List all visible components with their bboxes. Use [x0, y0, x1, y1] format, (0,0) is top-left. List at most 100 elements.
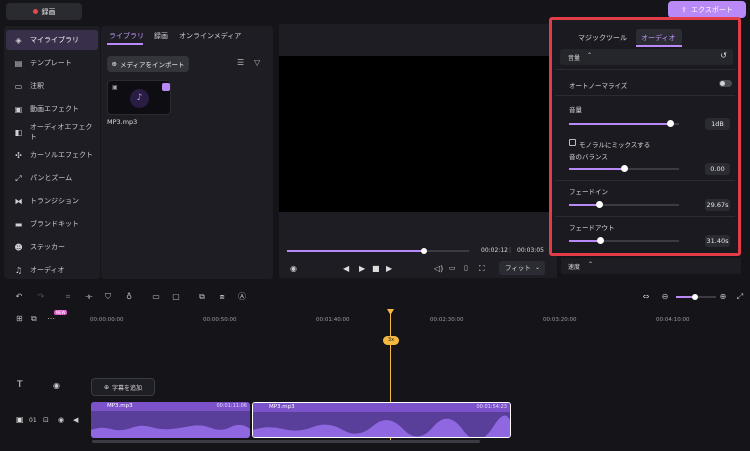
- sort-icon[interactable]: ☰: [237, 58, 244, 67]
- audio-clip-selected[interactable]: MP3.mp3 00:01:54:23: [252, 402, 511, 438]
- balance-slider[interactable]: [569, 165, 679, 172]
- fade-out-slider[interactable]: [569, 237, 679, 244]
- sidebar-item-my-library[interactable]: ◈ マイライブラリ: [6, 30, 98, 50]
- tab-library[interactable]: ライブラリ: [109, 31, 144, 41]
- audio-effect-icon: ◧: [14, 127, 23, 137]
- preview-progress-track[interactable]: [287, 248, 469, 254]
- zoom-out-icon[interactable]: ⊖: [660, 292, 670, 302]
- more-options-icon[interactable]: ⋯: [47, 314, 55, 323]
- import-media-label: メディアをインポート: [119, 61, 185, 69]
- sidebar-item-cursor-effects[interactable]: ✣ カーソルエフェクト: [6, 145, 98, 165]
- lock-icon[interactable]: ⊡: [43, 416, 49, 424]
- fade-in-slider-fill: [569, 204, 599, 206]
- timeline-scrollbar[interactable]: [92, 440, 480, 443]
- media-file-name: MP3.mp3: [107, 118, 138, 126]
- video-canvas[interactable]: [279, 56, 557, 212]
- sidebar-item-label: オーディオエフェクト: [29, 123, 93, 141]
- fade-in-slider-handle[interactable]: [595, 201, 603, 208]
- export-button[interactable]: ⇪ エクスポート: [668, 1, 746, 18]
- screenshot-icon[interactable]: ◉: [290, 264, 297, 273]
- reset-icon[interactable]: ↺: [720, 51, 727, 60]
- sidebar-item-pan-zoom[interactable]: ⤢ パンとズーム: [6, 168, 98, 188]
- sidebar-item-annotation[interactable]: ▭ 注釈: [6, 76, 98, 96]
- chevron-up-icon: ⌃: [588, 261, 594, 268]
- sidebar-item-templates[interactable]: ▤ テンプレート: [6, 53, 98, 73]
- sidebar-item-stickers[interactable]: ☻ ステッカー: [6, 237, 98, 257]
- freeze-frame-icon[interactable]: ⧉: [197, 292, 207, 302]
- eye-icon[interactable]: ◉: [53, 381, 60, 390]
- brand-kit-icon: ▬: [14, 219, 23, 229]
- volume-value[interactable]: 1dB: [705, 118, 730, 130]
- audio-file-icon: ▣: [112, 84, 118, 91]
- stop-icon[interactable]: ■: [372, 264, 380, 273]
- sidebar-item-label: パンとズーム: [30, 174, 73, 182]
- balance-value[interactable]: 0.00: [705, 163, 730, 175]
- tab-recordings[interactable]: 録画: [154, 31, 168, 41]
- volume-slider[interactable]: [569, 120, 679, 127]
- crop-icon[interactable]: ⌗: [63, 292, 73, 302]
- music-note-icon: ♪: [130, 89, 149, 108]
- add-track-icon[interactable]: ⊞: [16, 314, 23, 323]
- speaker-icon[interactable]: ◀: [73, 416, 78, 424]
- shield-icon[interactable]: ⛉: [103, 292, 113, 302]
- text-box-icon[interactable]: ▢: [171, 292, 181, 302]
- video-effect-icon: ▣: [14, 104, 23, 114]
- sidebar-item-audio[interactable]: ♫ オーディオ: [6, 260, 98, 280]
- sidebar-item-brand-kit[interactable]: ▬ ブランドキット: [6, 214, 98, 234]
- undo-icon[interactable]: ↶: [14, 292, 24, 302]
- expand-icon[interactable]: ⤢: [735, 292, 745, 302]
- sidebar-item-transitions[interactable]: ⧓ トランジション: [6, 191, 98, 211]
- zoom-slider[interactable]: [676, 294, 716, 300]
- cursor-effect-icon: ✣: [15, 150, 22, 160]
- zoom-slider-handle[interactable]: [692, 294, 698, 300]
- volume-slider-fill: [569, 123, 671, 125]
- auto-caption-icon[interactable]: Ⓐ: [237, 292, 247, 302]
- mono-mix-checkbox[interactable]: [569, 139, 576, 146]
- tab-audio[interactable]: オーディオ: [641, 33, 676, 43]
- volume-section-header[interactable]: 音量 ⌃ ↺: [560, 49, 733, 65]
- balance-slider-handle[interactable]: [621, 165, 628, 172]
- skip-forward-icon[interactable]: ▶: [386, 264, 392, 273]
- media-thumbnail[interactable]: ▣ ♪: [107, 80, 171, 115]
- volume-icon[interactable]: ◁): [434, 264, 443, 273]
- split-icon[interactable]: ⟛: [84, 292, 94, 302]
- play-icon[interactable]: ▶: [359, 264, 365, 273]
- fade-in-slider[interactable]: [569, 201, 679, 208]
- fade-out-value[interactable]: 31.40s: [705, 235, 730, 247]
- fit-timeline-icon[interactable]: ⇔: [641, 292, 651, 302]
- skip-back-icon[interactable]: ◀: [343, 264, 349, 273]
- fade-in-value[interactable]: 29.67s: [705, 199, 730, 211]
- frame-export-icon[interactable]: ⧈: [217, 292, 227, 302]
- tab-online-media[interactable]: オンラインメディア: [179, 31, 241, 41]
- ruler-tick: 00:02:30:00: [430, 317, 464, 323]
- fade-out-slider-handle[interactable]: [596, 237, 604, 244]
- fullscreen-icon[interactable]: ⛶: [479, 264, 485, 274]
- playhead-speed-badge[interactable]: 3x: [383, 336, 399, 345]
- current-time: 00:02:12: [481, 247, 508, 254]
- group-icon[interactable]: ⧉: [31, 314, 37, 324]
- speed-section-header[interactable]: 速度 ⌃: [561, 258, 741, 274]
- fit-dropdown[interactable]: フィット ⌄: [499, 261, 545, 275]
- timeline-ruler[interactable]: ⊞ ⧉ ⋯ NEW 00:00:00:00 00:00:50:00 00:01:…: [0, 309, 750, 327]
- import-media-button[interactable]: ⊕ メディアをインポート: [107, 56, 189, 72]
- redo-icon[interactable]: ↷: [36, 292, 46, 302]
- divider: [555, 95, 735, 96]
- sidebar-item-audio-effects[interactable]: ◧ オーディオエフェクト: [6, 122, 98, 142]
- sidebar-item-video-effects[interactable]: ▣ 動画エフェクト: [6, 99, 98, 119]
- add-caption-button[interactable]: ⊕ 字幕を追加: [91, 378, 155, 396]
- record-button[interactable]: 録画: [6, 3, 82, 20]
- aspect-ratio-icon[interactable]: ▯: [464, 264, 468, 272]
- caption-icon[interactable]: ▭: [449, 264, 456, 272]
- volume-label: 音量: [569, 106, 582, 114]
- zoom-in-icon[interactable]: ⊕: [718, 292, 728, 302]
- auto-normalize-toggle[interactable]: [719, 80, 732, 87]
- clip-name: MP3.mp3: [269, 404, 295, 410]
- tab-magic-tools[interactable]: マジックツール: [578, 33, 627, 43]
- audio-clip[interactable]: MP3.mp3 00:01:11:06: [91, 402, 250, 438]
- volume-slider-handle[interactable]: [667, 120, 675, 127]
- filter-icon[interactable]: ▽: [254, 58, 260, 67]
- comment-icon[interactable]: ▭: [151, 292, 161, 302]
- eye-icon[interactable]: ◉: [58, 416, 64, 424]
- preview-progress-handle[interactable]: [420, 248, 427, 254]
- microphone-icon[interactable]: ♁: [124, 292, 134, 302]
